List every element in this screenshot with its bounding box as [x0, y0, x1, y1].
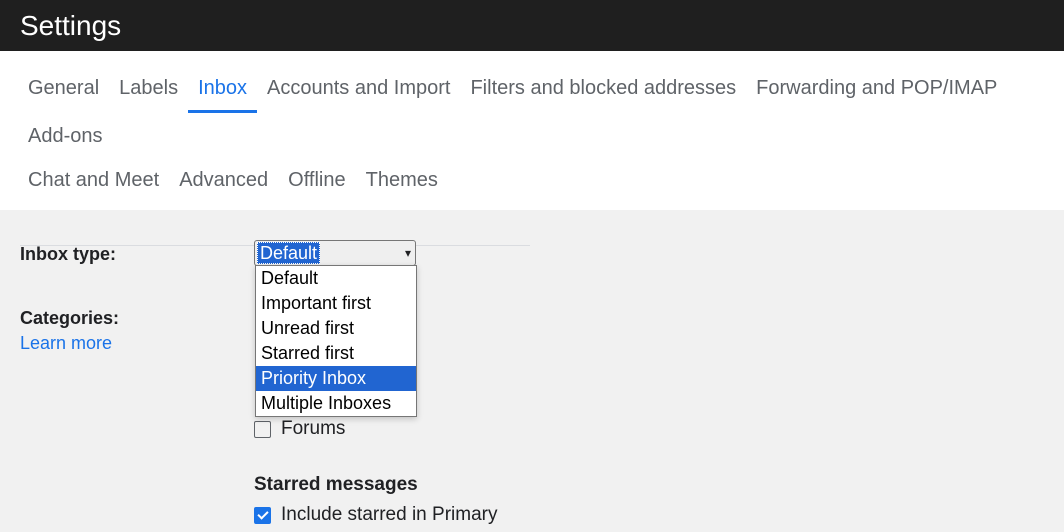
tab-labels[interactable]: Labels: [109, 65, 188, 113]
inbox-type-dropdown: Default Important first Unread first Sta…: [255, 265, 417, 417]
tabs-row-2: Chat and Meet Advanced Offline Themes: [18, 161, 1046, 210]
tab-filters-blocked[interactable]: Filters and blocked addresses: [460, 65, 746, 113]
tabs-row-1: General Labels Inbox Accounts and Import…: [18, 51, 1046, 161]
chevron-down-icon: ▾: [405, 246, 411, 260]
dropdown-option-unread-first[interactable]: Unread first: [256, 316, 416, 341]
learn-more-link[interactable]: Learn more: [20, 333, 112, 354]
tab-accounts-import[interactable]: Accounts and Import: [257, 65, 460, 113]
tab-offline[interactable]: Offline: [278, 161, 355, 202]
tab-chat-meet[interactable]: Chat and Meet: [18, 161, 169, 202]
tab-inbox[interactable]: Inbox: [188, 65, 257, 113]
inbox-type-label: Inbox type:: [20, 244, 116, 265]
tab-advanced[interactable]: Advanced: [169, 161, 278, 202]
dropdown-option-priority-inbox[interactable]: Priority Inbox: [256, 366, 416, 391]
forums-label: Forums: [281, 418, 345, 440]
category-forums-row: Forums: [254, 418, 1044, 440]
inbox-type-selected-value: Default: [257, 242, 320, 264]
settings-labels-col: Inbox type: Categories: Learn more: [20, 240, 254, 526]
settings-header: Settings: [0, 0, 1064, 51]
tab-forwarding-pop-imap[interactable]: Forwarding and POP/IMAP: [746, 65, 1007, 113]
dropdown-option-default[interactable]: Default: [256, 266, 416, 291]
page-title: Settings: [20, 10, 121, 42]
tab-themes[interactable]: Themes: [356, 161, 448, 202]
include-starred-checkbox[interactable]: [254, 507, 271, 524]
dropdown-option-important-first[interactable]: Important first: [256, 291, 416, 316]
dropdown-option-multiple-inboxes[interactable]: Multiple Inboxes: [256, 391, 416, 416]
settings-main: Inbox type: Categories: Learn more Defau…: [0, 210, 1064, 526]
include-starred-row: Include starred in Primary: [254, 504, 1044, 526]
categories-label: Categories:: [20, 308, 254, 329]
include-starred-label: Include starred in Primary: [281, 504, 497, 526]
settings-controls-col: Default ▾ Default Important first Unread…: [254, 240, 1044, 526]
tab-general[interactable]: General: [18, 65, 109, 113]
dropdown-option-starred-first[interactable]: Starred first: [256, 341, 416, 366]
forums-checkbox[interactable]: [254, 421, 271, 438]
starred-messages-heading: Starred messages: [254, 474, 1044, 496]
tabs-container: General Labels Inbox Accounts and Import…: [0, 51, 1064, 210]
tab-add-ons[interactable]: Add-ons: [18, 113, 113, 161]
categories-label-row: Categories: Learn more: [20, 308, 254, 354]
inbox-type-select[interactable]: Default ▾ Default Important first Unread…: [254, 240, 416, 266]
